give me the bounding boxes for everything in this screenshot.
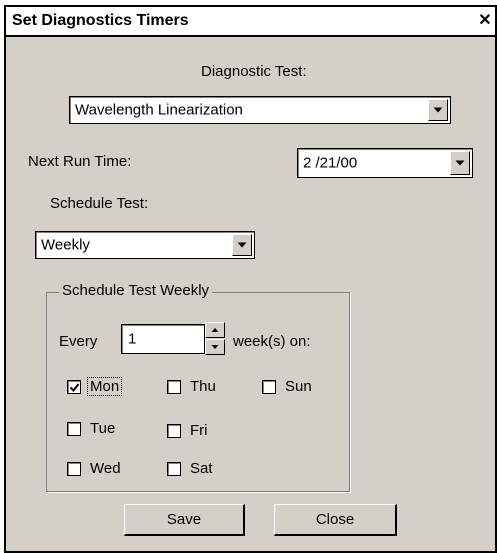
checkbox-box[interactable]: [262, 380, 276, 394]
chevron-down-icon: [211, 345, 219, 349]
check-icon: [69, 383, 80, 393]
schedule-test-dropdown-button[interactable]: [232, 234, 252, 256]
spinner-down-button[interactable]: [205, 339, 225, 355]
checkbox-box[interactable]: [167, 462, 181, 476]
schedule-test-label: Schedule Test:: [50, 195, 149, 212]
weeks-interval-spinner[interactable]: [205, 322, 225, 356]
diagnostic-test-dropdown-button[interactable]: [428, 99, 448, 121]
next-run-time-picker[interactable]: 2 /21/00: [297, 148, 473, 178]
close-button[interactable]: Close: [274, 504, 397, 536]
chevron-down-icon: [237, 242, 247, 248]
chevron-down-icon: [455, 160, 465, 166]
day-label: Thu: [190, 378, 216, 395]
checkbox-box[interactable]: [67, 422, 81, 436]
diagnostic-test-label: Diagnostic Test:: [201, 63, 307, 80]
close-icon[interactable]: ✕: [477, 13, 493, 29]
schedule-test-select[interactable]: Weekly: [35, 231, 255, 259]
save-button[interactable]: Save: [124, 504, 245, 536]
checkbox-box[interactable]: [67, 462, 81, 476]
checkbox-box[interactable]: [167, 380, 181, 394]
next-run-time-value: 2 /21/00: [303, 154, 358, 172]
chevron-up-icon: [211, 328, 219, 332]
day-label: Wed: [90, 460, 121, 477]
chevron-down-icon: [433, 107, 443, 113]
dialog-window: Set Diagnostics Timers ✕ Diagnostic Test…: [4, 5, 497, 553]
next-run-time-label: Next Run Time:: [28, 153, 132, 170]
spinner-up-button[interactable]: [205, 322, 225, 338]
schedule-test-value: Weekly: [41, 236, 90, 254]
weeks-suffix-label: week(s) on:: [233, 333, 311, 350]
checkbox-box[interactable]: [67, 380, 81, 394]
dialog-title: Set Diagnostics Timers: [12, 12, 189, 29]
title-bar: Set Diagnostics Timers ✕: [6, 7, 495, 37]
weeks-interval-value: 1: [128, 330, 137, 348]
checkbox-box[interactable]: [167, 424, 181, 438]
group-title: Schedule Test Weekly: [59, 282, 213, 299]
day-label: Mon: [86, 377, 123, 396]
day-label: Fri: [190, 422, 208, 439]
day-label: Sat: [190, 460, 213, 477]
every-label: Every: [59, 333, 98, 350]
diagnostic-test-value: Wavelength Linearization: [75, 101, 243, 119]
day-label: Sun: [285, 378, 312, 395]
weeks-interval-input[interactable]: 1: [121, 324, 205, 354]
diagnostic-test-select[interactable]: Wavelength Linearization: [69, 96, 451, 124]
next-run-time-dropdown-button[interactable]: [450, 151, 470, 175]
schedule-weekly-group: Schedule Test Weekly Every 1 week(s) on:…: [46, 282, 350, 492]
day-label: Tue: [90, 420, 116, 437]
